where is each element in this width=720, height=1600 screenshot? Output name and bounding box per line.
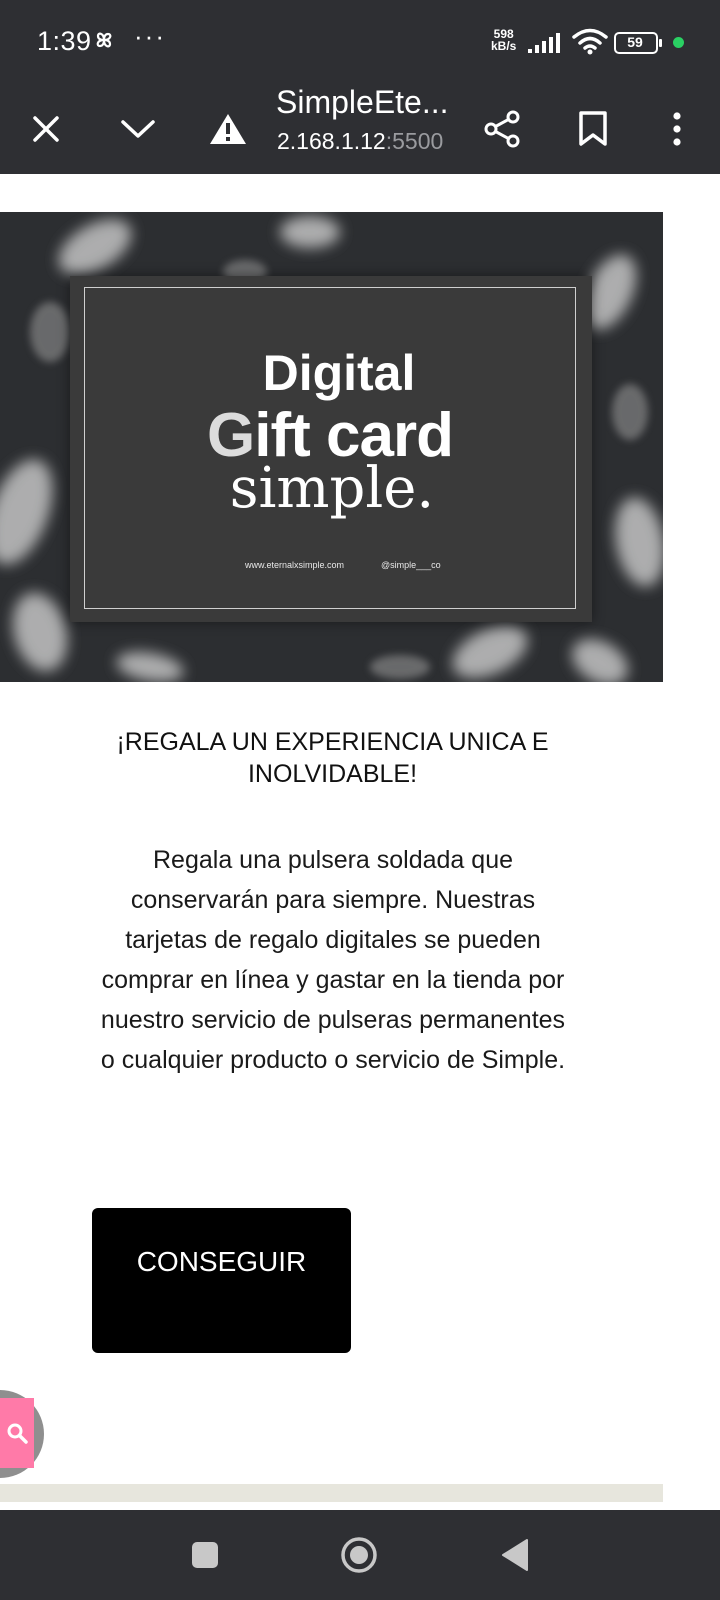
get-button[interactable]: CONSEGUIR [92,1208,351,1353]
gift-card-frame: Digital Gift card simple. www.eternalxsi… [84,287,576,609]
back-button[interactable] [490,1510,540,1600]
share-icon[interactable] [480,84,526,174]
gift-card-handle: @simple___co [381,560,441,570]
url-port: :5500 [385,128,444,154]
search-icon [7,1423,28,1444]
notification-dot [673,37,684,48]
navigation-bar [0,1510,720,1600]
floating-search-button[interactable] [0,1398,34,1468]
page-url[interactable]: 2.168.1.12:5500 [277,128,443,155]
gift-card-brand: simple. [229,456,435,521]
promo-description: Regala una pulsera soldada que conservar… [100,846,566,1074]
url-host: 2.168.1.12 [277,128,386,154]
network-speed: 598 kB/s [491,28,516,52]
warning-icon[interactable] [206,84,250,174]
gift-card: Digital Gift card simple. www.eternalxsi… [70,276,592,622]
more-icon[interactable] [654,84,700,174]
back-triangle-icon [502,1539,528,1571]
browser-toolbar: SimpleEte... 2.168.1.12:5500 [0,84,720,174]
recents-button[interactable] [180,1510,230,1600]
page-title[interactable]: SimpleEte... [276,84,449,121]
hero-image: Digital Gift card simple. www.eternalxsi… [0,212,663,682]
circle-icon [341,1537,377,1573]
pinwheel-icon [96,32,112,48]
gift-card-line1: Digital [262,345,416,401]
gift-card-website: www.eternalxsimple.com [245,560,345,570]
status-time: 1:39 [37,26,92,56]
battery-level: 59 [627,34,643,50]
promo-headline: ¡REGALA UN EXPERIENCIA UNICA E INOLVIDAB… [116,728,549,788]
more-status-dots: ··· [134,21,166,51]
signal-icon [528,33,560,53]
wifi-icon [572,28,608,55]
status-bar: 1:39 ··· 598 kB/s 59 [0,0,720,84]
chevron-down-icon[interactable] [116,84,160,174]
next-image-preview [0,1484,663,1502]
close-icon[interactable] [24,84,68,174]
net-speed-unit: kB/s [491,39,517,53]
square-icon [192,1542,218,1568]
bookmark-icon[interactable] [570,84,616,174]
home-button[interactable] [334,1510,384,1600]
